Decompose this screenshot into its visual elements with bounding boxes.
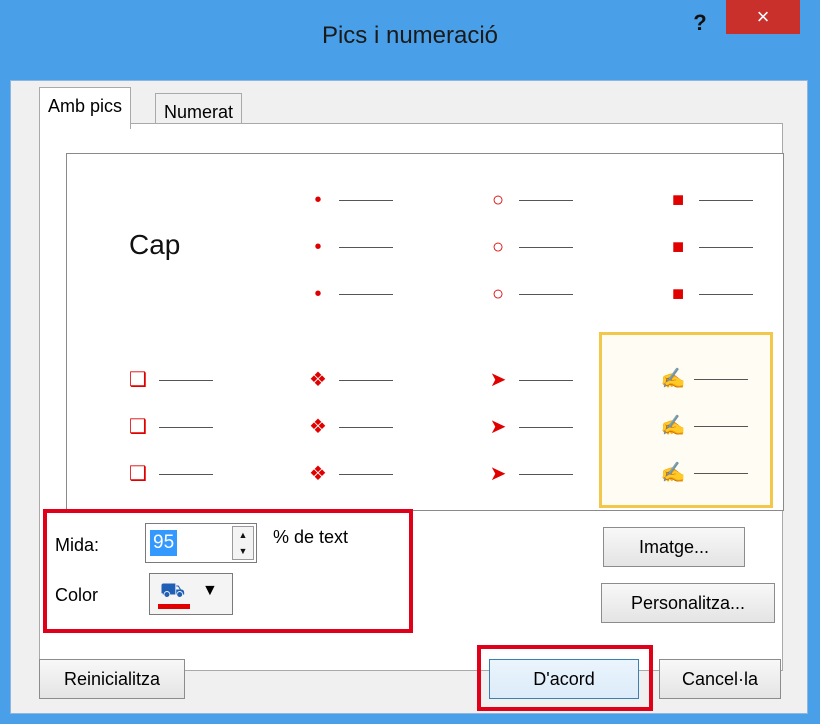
bullet-preview-line: • <box>305 283 425 305</box>
none-label: Cap <box>129 229 181 260</box>
bullet-preview-line: ○ <box>485 189 605 211</box>
text-placeholder-rule <box>519 474 573 475</box>
bullet-preview-line: ❑ <box>125 369 245 391</box>
bullet-preview-line: ■ <box>665 189 785 211</box>
size-spinner-buttons[interactable]: ▲ ▼ <box>232 526 254 560</box>
check-hand-bullet-icon: ✍ <box>660 368 686 390</box>
text-placeholder-rule <box>519 380 573 381</box>
reset-button[interactable]: Reinicialitza <box>39 659 185 699</box>
dialog-body: Amb pics Numerat Cap • • • ○ ○ ○ ■ ■ ■ ❑ ❑ ❑ ❖ ❖ ❖… <box>10 80 808 714</box>
bullet-preview-line: ○ <box>485 283 605 305</box>
bullet-preview-line: ❑ <box>125 416 245 438</box>
arrowhead-bullet-icon: ➤ <box>489 369 507 391</box>
text-placeholder-rule <box>339 247 393 248</box>
bullet-style-hollow-square[interactable]: ❑ ❑ ❑ <box>67 334 241 510</box>
bullet-preview-line: • <box>305 189 425 211</box>
bullet-preview-line: ➤ <box>485 463 605 485</box>
title-bar: Pics i numeració ? × <box>0 0 820 80</box>
customize-button[interactable]: Personalitza... <box>601 583 775 623</box>
hollow-round-bullet-icon: ○ <box>491 189 505 211</box>
tab-bulleted-label: Amb pics <box>48 96 123 116</box>
color-label: Color <box>55 585 99 605</box>
filled-round-bullet-icon: • <box>314 189 322 211</box>
filled-square-bullet-icon: ■ <box>671 189 685 211</box>
hollow-square-bullet-icon: ❑ <box>129 416 147 438</box>
bullet-preview-line: ➤ <box>485 369 605 391</box>
tab-numbered-label: Numerat <box>164 102 234 122</box>
color-picker-button[interactable]: ⛟ ▼ <box>149 573 233 615</box>
tab-bulleted[interactable]: Amb pics <box>39 87 132 129</box>
star-diamond-bullet-icon: ❖ <box>309 416 327 438</box>
bullet-preview-line: ❖ <box>305 463 425 485</box>
spin-up-icon[interactable]: ▲ <box>233 527 253 543</box>
size-spinner[interactable]: 95 ▲ ▼ <box>145 523 257 563</box>
check-hand-bullet-icon: ✍ <box>660 415 686 437</box>
filled-square-bullet-icon: ■ <box>671 236 685 258</box>
bullet-style-filled-square[interactable]: ■ ■ ■ <box>607 154 781 330</box>
text-placeholder-rule <box>699 247 753 248</box>
cancel-button[interactable]: Cancel·la <box>659 659 781 699</box>
text-placeholder-rule <box>694 379 748 380</box>
text-placeholder-rule <box>519 247 573 248</box>
filled-round-bullet-icon: • <box>314 236 322 258</box>
bullet-gallery: Cap • • • ○ ○ ○ ■ ■ ■ ❑ ❑ ❑ ❖ ❖ ❖ ➤ ➤ ➤ ✍ ✍ ✍ <box>66 153 784 511</box>
help-button[interactable]: ? <box>680 10 720 38</box>
bullet-style-filled-round[interactable]: • • • <box>247 154 421 330</box>
star-diamond-bullet-icon: ❖ <box>309 463 327 485</box>
text-placeholder-rule <box>339 474 393 475</box>
color-swatch <box>158 604 190 609</box>
text-placeholder-rule <box>699 200 753 201</box>
text-placeholder-rule <box>694 426 748 427</box>
ok-button[interactable]: D'acord <box>489 659 639 699</box>
check-hand-bullet-icon: ✍ <box>660 462 686 484</box>
text-placeholder-rule <box>519 427 573 428</box>
bullet-style-none[interactable]: Cap <box>67 154 241 330</box>
bullet-preview-line: ■ <box>665 283 785 305</box>
text-placeholder-rule <box>699 294 753 295</box>
bullet-style-arrowhead[interactable]: ➤ ➤ ➤ <box>427 334 601 510</box>
bullet-style-check-hand[interactable]: ✍ ✍ ✍ <box>599 332 773 508</box>
dialog-window: Pics i numeració ? × Amb pics Numerat Ca… <box>0 0 820 724</box>
text-placeholder-rule <box>339 200 393 201</box>
bullet-preview-line: ➤ <box>485 416 605 438</box>
bullet-preview-line: ❑ <box>125 463 245 485</box>
bullet-style-star-diamond[interactable]: ❖ ❖ ❖ <box>247 334 421 510</box>
bullet-preview-line: ❖ <box>305 416 425 438</box>
bullet-preview-line: ✍ <box>660 415 780 437</box>
bullet-preview-line: ○ <box>485 236 605 258</box>
hollow-square-bullet-icon: ❑ <box>129 369 147 391</box>
dropdown-arrow-icon: ▼ <box>202 582 218 599</box>
size-input[interactable]: 95 <box>150 530 178 556</box>
text-placeholder-rule <box>694 473 748 474</box>
text-placeholder-rule <box>519 294 573 295</box>
text-placeholder-rule <box>339 427 393 428</box>
close-button[interactable]: × <box>726 0 800 34</box>
size-unit-label: % de text <box>273 527 349 547</box>
text-placeholder-rule <box>159 474 213 475</box>
paint-bucket-icon: ⛟ <box>160 580 186 602</box>
text-placeholder-rule <box>519 200 573 201</box>
arrowhead-bullet-icon: ➤ <box>489 416 507 438</box>
star-diamond-bullet-icon: ❖ <box>309 369 327 391</box>
bullet-preview-line: • <box>305 236 425 258</box>
text-placeholder-rule <box>339 294 393 295</box>
spin-down-icon[interactable]: ▼ <box>233 543 253 559</box>
bullet-style-hollow-round[interactable]: ○ ○ ○ <box>427 154 601 330</box>
hollow-round-bullet-icon: ○ <box>491 236 505 258</box>
hollow-square-bullet-icon: ❑ <box>129 463 147 485</box>
arrowhead-bullet-icon: ➤ <box>489 463 507 485</box>
text-placeholder-rule <box>159 427 213 428</box>
bullet-preview-line: ✍ <box>660 368 780 390</box>
bullet-preview-line: ❖ <box>305 369 425 391</box>
hollow-round-bullet-icon: ○ <box>491 283 505 305</box>
text-placeholder-rule <box>339 380 393 381</box>
size-label: Mida: <box>55 535 100 555</box>
bullet-preview-line: ■ <box>665 236 785 258</box>
bullet-preview-line: ✍ <box>660 462 780 484</box>
image-button[interactable]: Imatge... <box>603 527 745 567</box>
filled-round-bullet-icon: • <box>314 283 322 305</box>
filled-square-bullet-icon: ■ <box>671 283 685 305</box>
text-placeholder-rule <box>159 380 213 381</box>
